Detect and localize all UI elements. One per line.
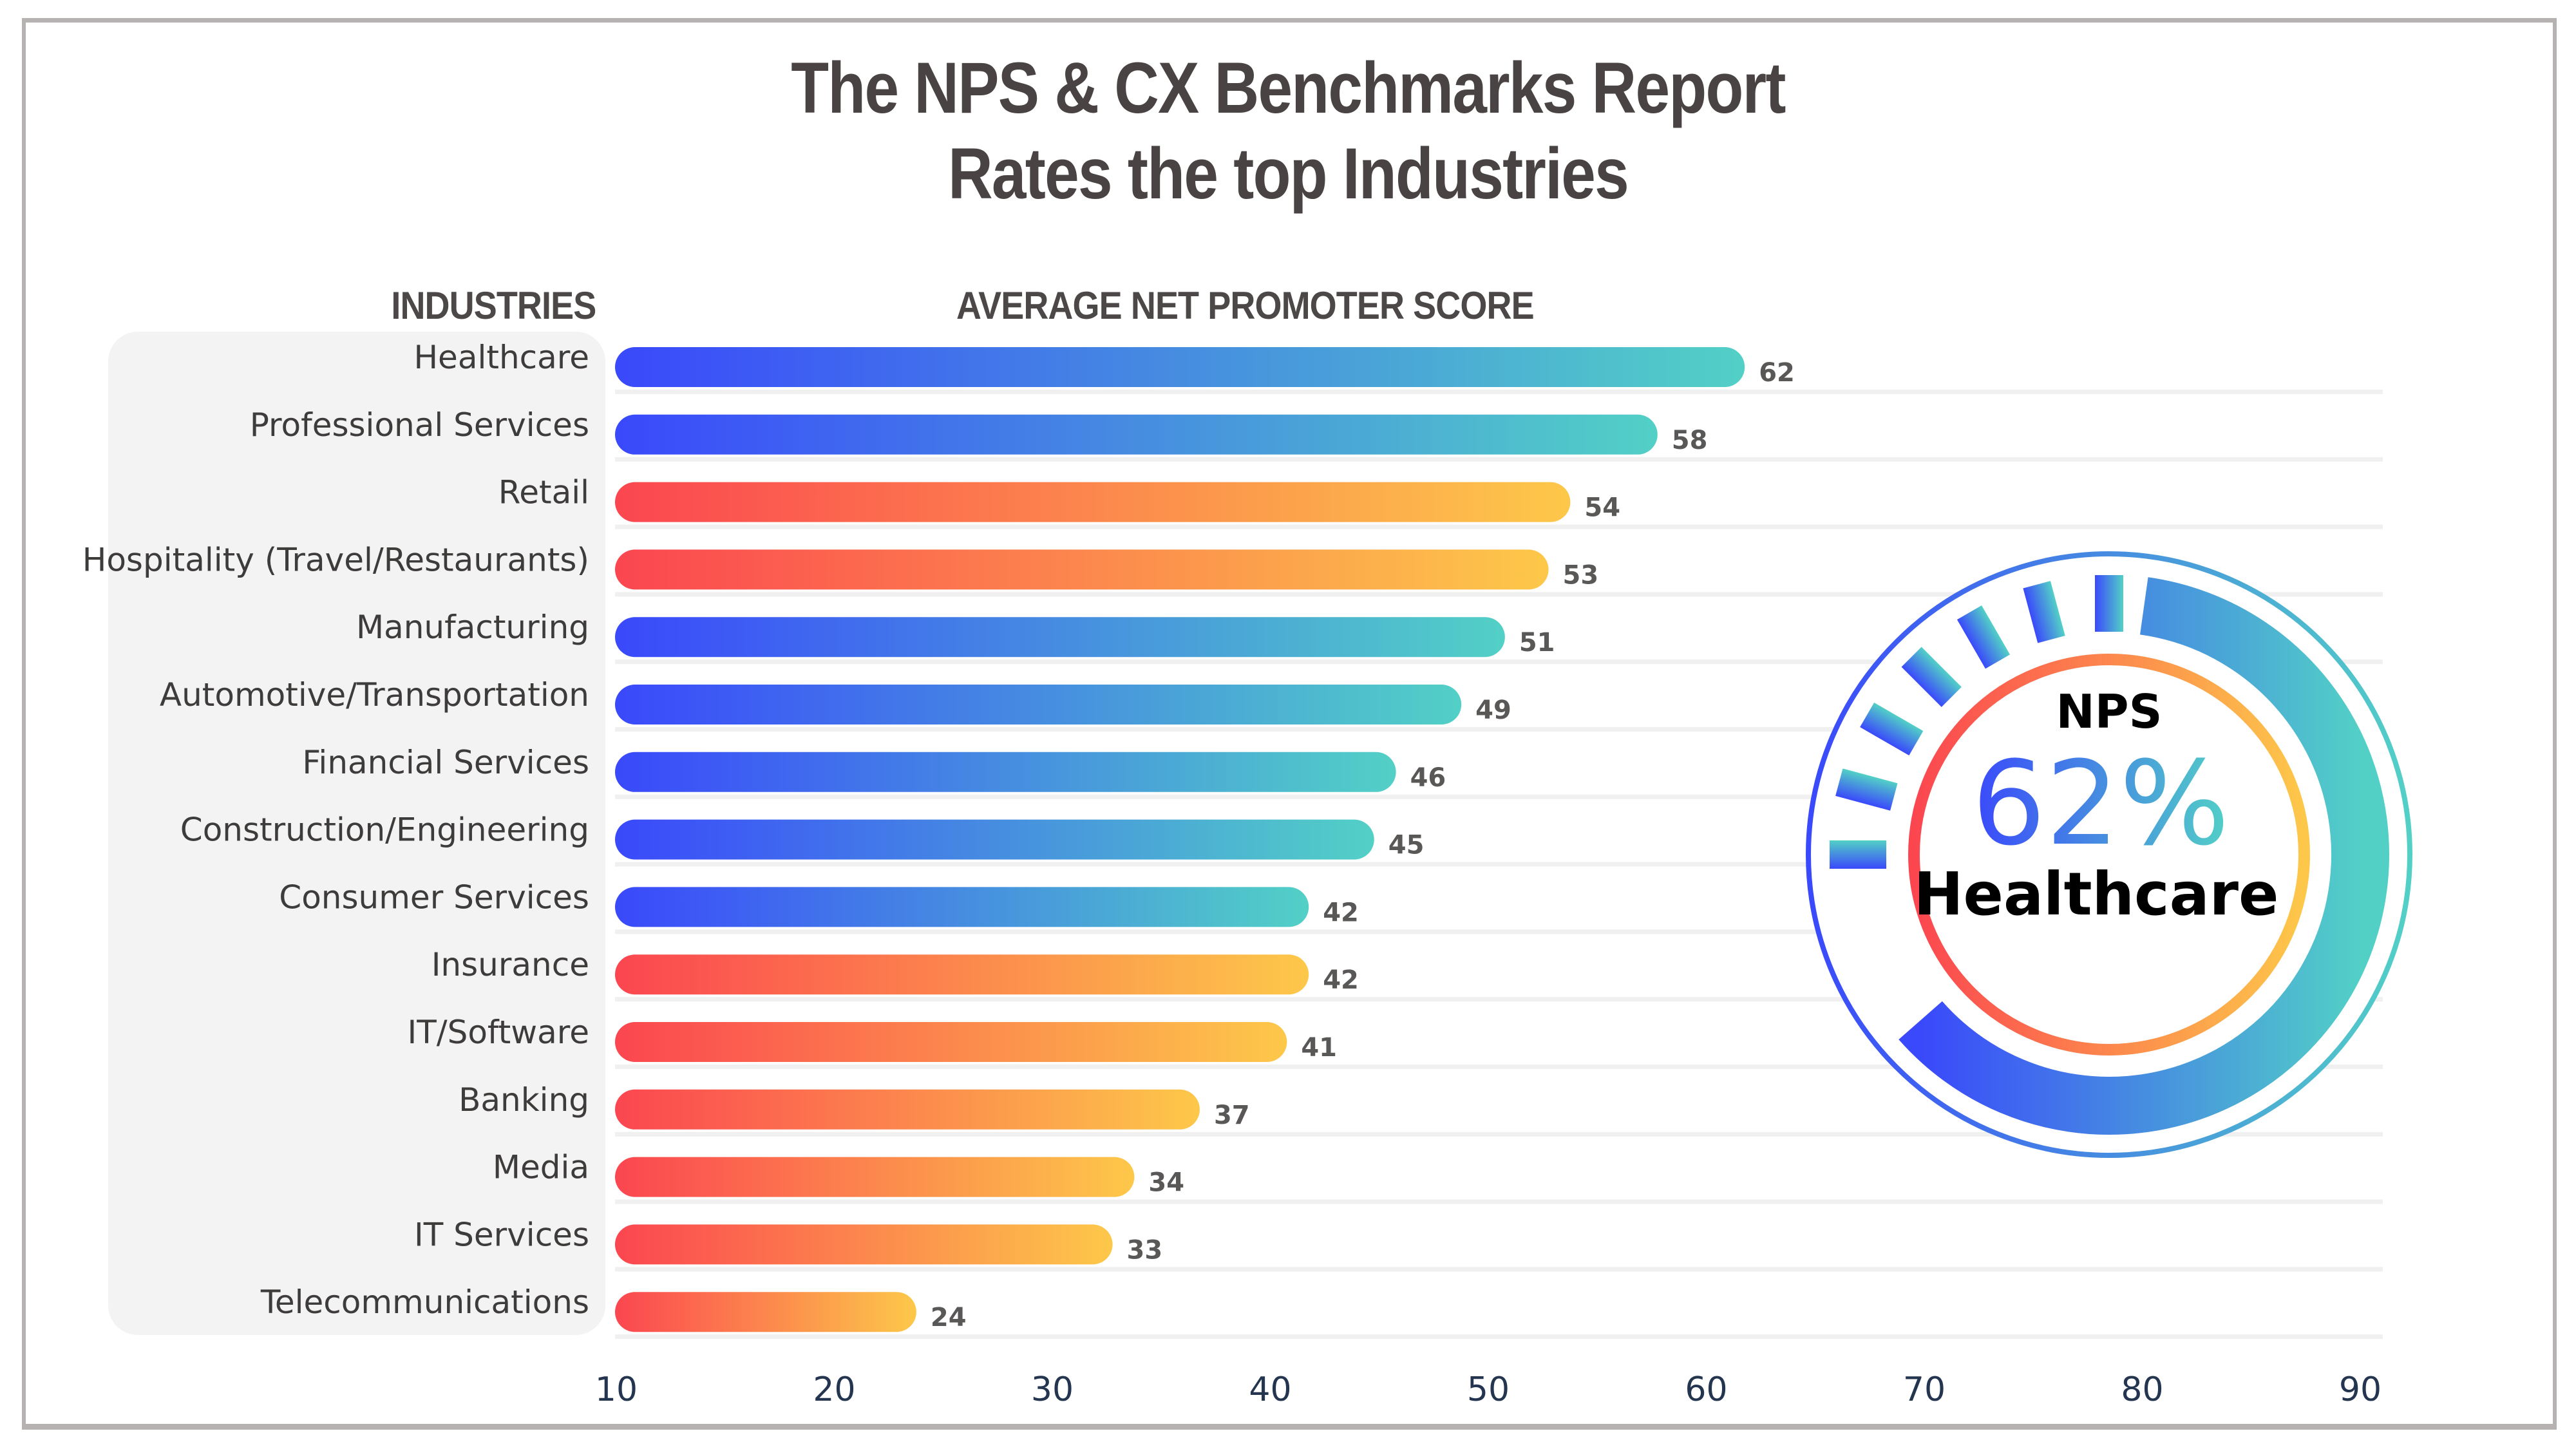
value-label: 46 (1410, 763, 1446, 793)
category-label: Insurance (431, 946, 589, 983)
value-label: 54 (1584, 493, 1620, 523)
bar (615, 954, 1309, 995)
nps-badge: NPS 62% Healthcare (1806, 551, 2412, 1158)
x-tick-label: 60 (1685, 1370, 1727, 1409)
value-label: 41 (1301, 1033, 1337, 1063)
category-labels: Healthcare Professional Services Retail Hos… (82, 339, 589, 1321)
bar (615, 347, 1745, 387)
bar (615, 1157, 1135, 1197)
value-label: 42 (1323, 898, 1359, 927)
bar (615, 414, 1658, 455)
category-label: Media (493, 1149, 589, 1186)
category-label: Financial Services (302, 744, 589, 781)
value-label: 49 (1475, 696, 1511, 725)
value-label: 62 (1759, 358, 1795, 388)
x-tick-label: 40 (1249, 1370, 1291, 1409)
x-tick-label: 70 (1903, 1370, 1946, 1409)
gridline (615, 524, 2383, 529)
badge-tick (2095, 575, 2123, 632)
gridline (615, 1267, 2383, 1272)
category-label: Retail (498, 474, 589, 511)
value-label: 45 (1388, 831, 1425, 860)
value-label: 34 (1148, 1168, 1184, 1198)
bar (615, 1022, 1287, 1062)
value-label: 58 (1672, 426, 1708, 455)
gridline (615, 1334, 2383, 1340)
bar (615, 685, 1462, 724)
x-tick-label: 90 (2339, 1370, 2382, 1409)
x-tick-label: 10 (595, 1370, 638, 1409)
category-label: Automotive/Transportation (160, 676, 589, 714)
bar-chart: Healthcare Professional Services Retail Hos… (82, 339, 2412, 1409)
bar (615, 549, 1549, 590)
value-label: 37 (1214, 1101, 1250, 1130)
gridline (615, 1199, 2383, 1204)
badge-tick (1830, 840, 1886, 869)
value-label: 42 (1323, 965, 1359, 995)
bar (615, 819, 1374, 860)
category-label: Banking (459, 1081, 589, 1119)
gridline (615, 390, 2383, 394)
category-label: Hospitality (Travel/Restaurants) (82, 541, 589, 578)
badge-category-text: Healthcare (1914, 860, 2279, 929)
bar (615, 617, 1505, 658)
category-label: Telecommunications (260, 1283, 589, 1321)
x-axis-ticks: 10 20 30 40 50 60 70 80 90 (595, 1370, 2382, 1409)
badge-value-text: 62% (1972, 737, 2230, 871)
category-label: Professional Services (250, 406, 589, 444)
category-label: Consumer Services (279, 878, 589, 916)
bar (615, 1089, 1200, 1130)
x-tick-label: 20 (813, 1370, 855, 1409)
badge-top-text: NPS (2056, 685, 2163, 739)
category-label: Healthcare (413, 339, 589, 376)
category-label: Manufacturing (356, 609, 589, 646)
x-tick-label: 50 (1467, 1370, 1510, 1409)
value-label: 53 (1563, 560, 1599, 590)
category-label: IT/Software (407, 1014, 589, 1051)
gridline (615, 457, 2383, 462)
x-tick-label: 30 (1031, 1370, 1074, 1409)
category-label: Construction/Engineering (180, 811, 589, 849)
bar (615, 752, 1396, 792)
x-tick-label: 80 (2121, 1370, 2163, 1409)
bar (615, 1292, 916, 1332)
bar (615, 887, 1309, 927)
category-label: IT Services (414, 1216, 589, 1253)
value-label: 51 (1519, 628, 1555, 658)
bar (615, 1224, 1113, 1265)
value-label: 33 (1127, 1235, 1163, 1265)
value-label: 24 (931, 1303, 967, 1332)
bar (615, 482, 1571, 522)
